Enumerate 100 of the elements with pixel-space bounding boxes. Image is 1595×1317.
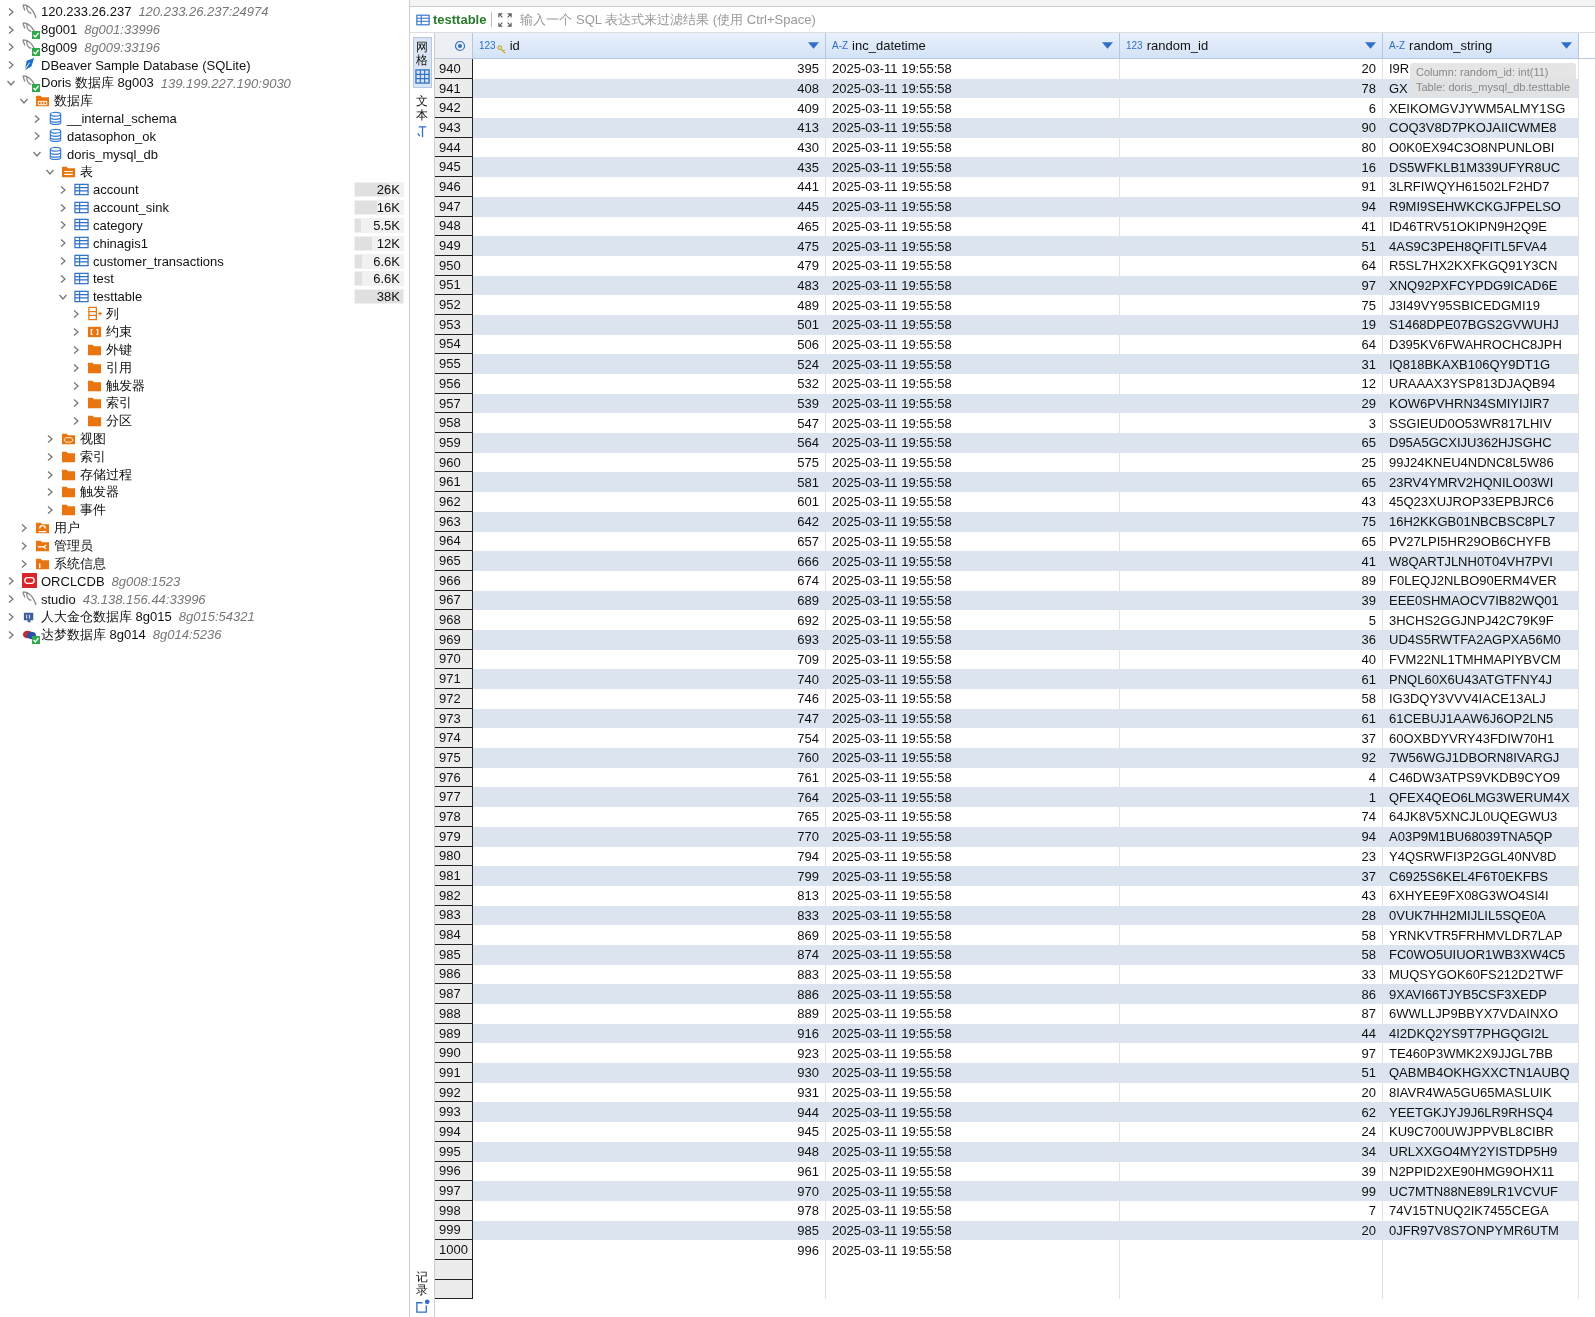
tree-item-label[interactable]: 分区 [106,412,132,431]
chevron-icon[interactable] [32,131,42,142]
tree-item-label[interactable]: customer_transactions [93,253,224,269]
chevron-icon[interactable] [58,184,68,195]
tree-item-label[interactable]: 系统信息 [54,554,106,573]
chevron-icon[interactable] [71,345,81,356]
chevron-icon[interactable] [58,238,68,249]
chevron-icon[interactable] [58,202,68,213]
table-cell: J3I49VY95SBICEDGMI19 [1383,295,1579,315]
tree-item-label[interactable]: datasophon_ok [67,128,156,144]
table-cell: 642 [473,511,826,532]
tree-item-label[interactable]: 索引 [106,394,132,413]
record-tab[interactable]: 记录 [413,1267,431,1317]
column-header[interactable]: 123 id [473,33,826,59]
expand-icon[interactable] [498,12,513,27]
tree-item-label[interactable]: 管理员 [54,536,93,555]
dropdown-icon[interactable] [1102,42,1113,49]
row-number: 968 [435,610,473,630]
chevron-icon[interactable] [71,416,81,427]
chevron-icon[interactable] [45,469,55,480]
tree-item-label[interactable]: test [93,271,114,287]
table-icon [74,288,89,304]
tree-item-label[interactable]: 数据库 [54,91,93,110]
table-cell: 948 [473,1141,826,1162]
table-cell: 2025-03-11 19:55:58 [826,157,1120,178]
tree-item-label[interactable]: account_sink [93,200,169,216]
dropdown-icon[interactable] [808,42,819,49]
table-cell: 413 [473,118,826,138]
chevron-icon[interactable] [19,558,29,569]
chevron-icon[interactable] [6,629,16,640]
table-cell: 51 [1120,1063,1383,1083]
tree-item-label[interactable]: 存储过程 [80,465,132,484]
chevron-icon[interactable] [6,60,16,71]
chevron-icon[interactable] [45,487,55,498]
tree-item-label[interactable]: __internal_schema [67,111,177,127]
chevron-icon[interactable] [6,594,16,605]
chevron-icon[interactable] [58,273,68,284]
tree-item-label[interactable]: 表 [80,163,93,182]
row-number: 955 [435,354,473,374]
record-icon [414,1299,430,1314]
table-cell: W8QARTJLNH0T04VH7PVI [1383,551,1579,571]
tree-item-label[interactable]: 触发器 [106,376,145,395]
table-cell: 1 [1120,787,1383,808]
row-number: 942 [435,98,473,119]
tree-item-label[interactable]: account [93,182,139,198]
view-tab[interactable]: 网格 [412,37,432,89]
column-header[interactable]: A-Z random_string [1383,33,1579,59]
chevron-icon[interactable] [71,362,81,373]
tree-item-label[interactable]: 索引 [80,447,106,466]
view-tab[interactable]: 文本 [413,92,431,142]
row-number-header[interactable] [435,33,473,59]
tree-item-label[interactable]: 事件 [80,501,106,520]
chevron-icon[interactable] [45,434,55,444]
column-header[interactable]: A-Z inc_datetime [826,33,1120,59]
chevron-icon[interactable] [45,505,55,516]
chevron-icon[interactable] [6,6,16,17]
chevron-icon[interactable] [32,113,42,124]
chevron-icon[interactable] [58,256,68,267]
column-header[interactable]: 123 random_id [1120,33,1383,59]
chevron-icon[interactable] [19,540,29,551]
table-name-link[interactable]: testtable [416,12,493,27]
chevron-icon[interactable] [71,380,81,391]
tree-item-label[interactable]: ORCLCDB [41,573,105,589]
chevron-icon[interactable] [71,309,81,320]
tree-item-label[interactable]: 达梦数据库 8g014 [41,625,146,644]
tree-item-label[interactable]: testtable [93,289,143,305]
dropdown-icon[interactable] [1365,42,1376,49]
chevron-icon[interactable] [6,576,16,587]
chevron-icon[interactable] [19,523,29,533]
chevron-icon[interactable] [6,612,16,622]
tree-item-label[interactable]: doris_mysql_db [67,146,159,162]
tree-item-label[interactable]: 用户 [54,519,80,537]
tree-item-label[interactable]: 人大金仓数据库 8g015 [41,608,172,626]
tree-item-label[interactable]: 约束 [106,323,132,342]
tree-item-label[interactable]: 120.233.26.237 [41,4,132,20]
tree-item-label[interactable]: 引用 [106,358,132,377]
tree-item-label[interactable]: 8g001 [41,22,78,38]
table-cell: EEE0SHMAOCV7IB82WQ01 [1383,590,1579,611]
row-number: 964 [435,531,473,552]
database-icon [48,110,63,126]
chevron-icon[interactable] [71,398,81,409]
tree-item-label[interactable]: 触发器 [80,483,119,502]
tree-item-label[interactable]: 视图 [80,430,106,449]
chevron-icon[interactable] [58,220,68,231]
tree-item-label[interactable]: studio [41,591,76,607]
tree-item-label[interactable]: 8g009 [41,40,78,55]
chevron-icon[interactable] [6,42,16,53]
tree-item-label[interactable]: 外键 [106,341,132,360]
dropdown-icon[interactable] [1561,42,1572,49]
tree-item-label[interactable]: Doris 数据库 8g003 [41,74,154,93]
table-cell: 99 [1120,1181,1383,1201]
tree-item-label[interactable]: DBeaver Sample Database (SQLite) [41,57,251,73]
chevron-icon[interactable] [6,24,16,35]
tree-item-label[interactable]: 列 [106,305,119,324]
chevron-icon[interactable] [45,451,55,462]
table-cell: 61 [1120,708,1383,729]
table-cell: 2025-03-11 19:55:58 [826,610,1120,630]
tree-item-label[interactable]: chinagis1 [93,235,148,251]
tree-item-label[interactable]: category [93,217,143,233]
chevron-icon[interactable] [71,327,81,338]
